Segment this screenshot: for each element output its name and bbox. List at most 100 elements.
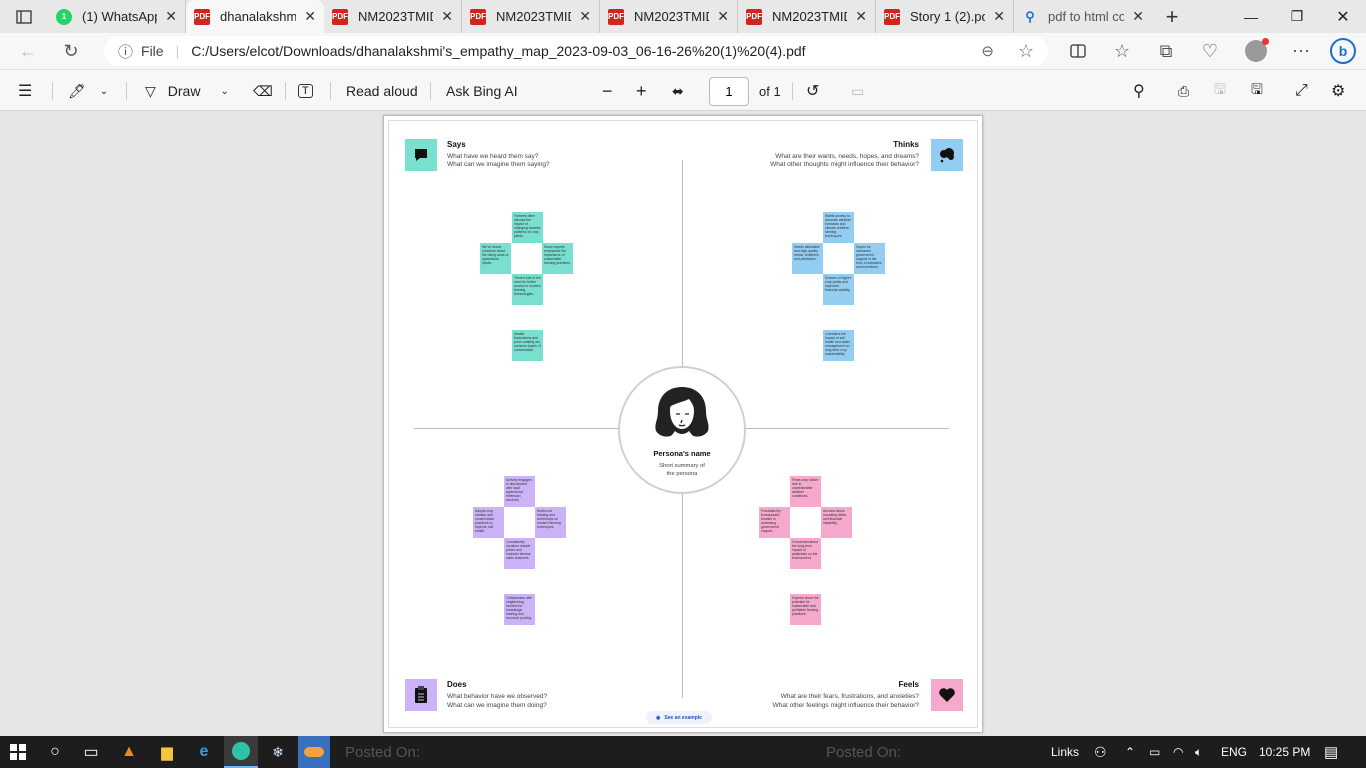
feels-note: Fears crop failure due to unpredictable … [790, 476, 821, 507]
chevron-up-icon[interactable]: ⌃ [1125, 736, 1135, 768]
search-icon: ⚲ [1025, 8, 1035, 24]
tab-actions-icon[interactable] [0, 0, 48, 33]
thinks-question-1: What are their wants, needs, hopes, and … [775, 153, 919, 160]
battery-icon[interactable]: ▭ [1149, 736, 1160, 768]
more-options-icon[interactable]: ⋯ [1284, 36, 1318, 66]
says-note: Farmers often discuss the impact of chan… [512, 212, 543, 243]
read-aloud-button[interactable]: Read aloud [346, 70, 418, 112]
zoom-icon[interactable]: ⊖ [981, 42, 994, 60]
page-number-input[interactable]: 1 [709, 77, 749, 106]
close-tab-icon[interactable]: ✕ [717, 8, 729, 25]
pdf-page: Says What have we heard them say? What c… [383, 115, 983, 733]
tab-nm2023tmid-4[interactable]: PDF NM2023TMID ✕ [738, 0, 876, 33]
does-title: Does [447, 680, 467, 689]
tab-whatsapp[interactable]: 1 (1) WhatsApp ✕ [48, 0, 186, 33]
does-note: Adopts crop rotation and conservation pr… [473, 507, 504, 538]
ask-bing-button[interactable]: Ask Bing AI [446, 70, 518, 112]
fullscreen-icon[interactable]: ⤢ [1295, 70, 1308, 112]
windows-taskbar: ○ ▭ ▲ ▆ e ❄ Posted On: Posted On: Links … [0, 736, 1366, 768]
edge-legacy-icon[interactable]: e [189, 736, 219, 768]
profile-avatar[interactable] [1239, 36, 1273, 66]
says-note: We've heard concerns about the rising co… [480, 243, 511, 274]
minimize-button[interactable]: — [1228, 0, 1274, 33]
see-example-button[interactable]: ◉ See an example [646, 711, 712, 724]
draw-button[interactable]: ▽ Draw ⌄ [145, 70, 229, 112]
task-view-icon[interactable]: ▭ [76, 736, 106, 768]
zoom-out-button[interactable]: − [602, 70, 613, 112]
close-tab-icon[interactable]: ✕ [855, 8, 867, 25]
feels-note: Concerned about the long-term impact of … [790, 538, 821, 569]
thinks-note: Needs affordable and high-quality seeds,… [792, 243, 823, 274]
zoom-in-button[interactable]: + [636, 70, 647, 112]
empathy-map: Says What have we heard them say? What c… [388, 120, 978, 728]
close-tab-icon[interactable]: ✕ [441, 8, 453, 25]
settings-gear-icon[interactable]: ⚙ [1331, 70, 1345, 112]
print-icon[interactable]: ⎙ [1178, 70, 1189, 112]
eraser-icon[interactable]: ⌫ [253, 70, 273, 112]
browser-essentials-icon[interactable]: ♡ [1193, 36, 1227, 66]
bing-copilot-icon[interactable]: b [1326, 36, 1360, 66]
thinks-title: Thinks [893, 140, 919, 149]
links-toolbar[interactable]: Links [1051, 736, 1079, 768]
thinks-note: Dreams of higher crop yields and improve… [823, 274, 854, 305]
snipping-tool-icon[interactable]: ❄ [263, 736, 293, 768]
fit-to-page-icon[interactable]: ⬌ [672, 70, 684, 112]
pdf-icon: PDF [746, 8, 762, 25]
text-box-icon[interactable]: T [298, 70, 313, 112]
back-button[interactable]: ← [11, 36, 45, 66]
feels-question-1: What are their fears, frustrations, and … [780, 693, 919, 700]
search-circle-icon[interactable]: ○ [40, 736, 70, 768]
refresh-button[interactable]: ↻ [54, 36, 88, 66]
close-tab-icon[interactable]: ✕ [579, 8, 591, 25]
tab-dhanalakshmi[interactable]: PDF dhanalakshmi ✕ [186, 0, 324, 33]
thinks-note: Considers the impact of soil health and … [823, 330, 854, 361]
wifi-icon[interactable]: ◠ [1173, 736, 1183, 768]
highlight-button[interactable]: 🖊︎ ⌄ [68, 70, 108, 112]
tab-nm2023tmid-2[interactable]: PDF NM2023TMID ✕ [462, 0, 600, 33]
new-tab-button[interactable]: + [1152, 4, 1192, 30]
volume-icon[interactable]: 🔈︎ [1195, 736, 1202, 768]
contents-icon[interactable]: ☰ [18, 70, 32, 112]
close-tab-icon[interactable]: ✕ [304, 8, 316, 25]
favorite-star-icon[interactable]: ☆ [1018, 41, 1034, 62]
heart-icon [931, 679, 963, 711]
start-button[interactable] [0, 736, 36, 768]
background-text: Posted On: [826, 743, 902, 761]
page-view-icon[interactable]: ▭ [851, 70, 864, 112]
people-icon[interactable]: ⚇ [1094, 736, 1107, 768]
url-text: C:/Users/elcot/Downloads/dhanalakshmi's_… [191, 43, 806, 59]
tab-nm2023tmid-1[interactable]: PDF NM2023TMID ✕ [324, 0, 462, 33]
thinks-question-2: What other thoughts might influence thei… [770, 161, 919, 168]
language-indicator[interactable]: ENG [1221, 736, 1247, 768]
save-icon[interactable]: 🖫︎ [1214, 70, 1226, 112]
does-note: Collaborates with neighboring farmers fo… [504, 594, 535, 625]
close-tab-icon[interactable]: ✕ [993, 8, 1005, 25]
restore-button[interactable]: ❐ [1274, 0, 1320, 33]
feels-note: Frustrated by bureaucratic hurdles in ac… [759, 507, 790, 538]
favorites-icon[interactable]: ☆ [1105, 36, 1139, 66]
says-note: Market fluctuations and price volatility… [512, 330, 543, 361]
speech-bubble-icon [405, 139, 437, 171]
tab-nm2023tmid-3[interactable]: PDF NM2023TMID ✕ [600, 0, 738, 33]
app-icon[interactable] [298, 736, 330, 768]
edge-icon[interactable] [224, 736, 258, 768]
info-icon: ⓘ [118, 43, 134, 61]
file-explorer-icon[interactable]: ▆ [152, 736, 182, 768]
close-window-button[interactable]: ✕ [1320, 0, 1366, 33]
address-bar[interactable]: ⓘ File | C:/Users/elcot/Downloads/dhanal… [104, 36, 1048, 66]
rotate-icon[interactable]: ↺ [806, 70, 819, 112]
collections-icon[interactable]: ⧉ [1149, 36, 1183, 66]
save-as-icon[interactable]: 🖫︎ [1251, 70, 1263, 112]
close-tab-icon[interactable]: ✕ [1132, 8, 1144, 25]
clock[interactable]: 10:25 PM [1259, 736, 1310, 768]
vlc-icon[interactable]: ▲ [114, 736, 144, 768]
search-icon[interactable]: ⚲ [1133, 70, 1145, 112]
tab-story[interactable]: PDF Story 1 (2).pdf ✕ [876, 0, 1014, 33]
does-note: Actively engages in discussions with loc… [504, 476, 535, 507]
close-tab-icon[interactable]: ✕ [165, 8, 177, 25]
tab-search[interactable]: ⚲ pdf to html co ✕ [1014, 0, 1152, 33]
chevron-down-icon: ⌄ [99, 85, 109, 97]
split-screen-icon[interactable] [1061, 36, 1095, 66]
clipboard-icon [405, 679, 437, 711]
notifications-icon[interactable]: ▤ [1324, 736, 1338, 768]
